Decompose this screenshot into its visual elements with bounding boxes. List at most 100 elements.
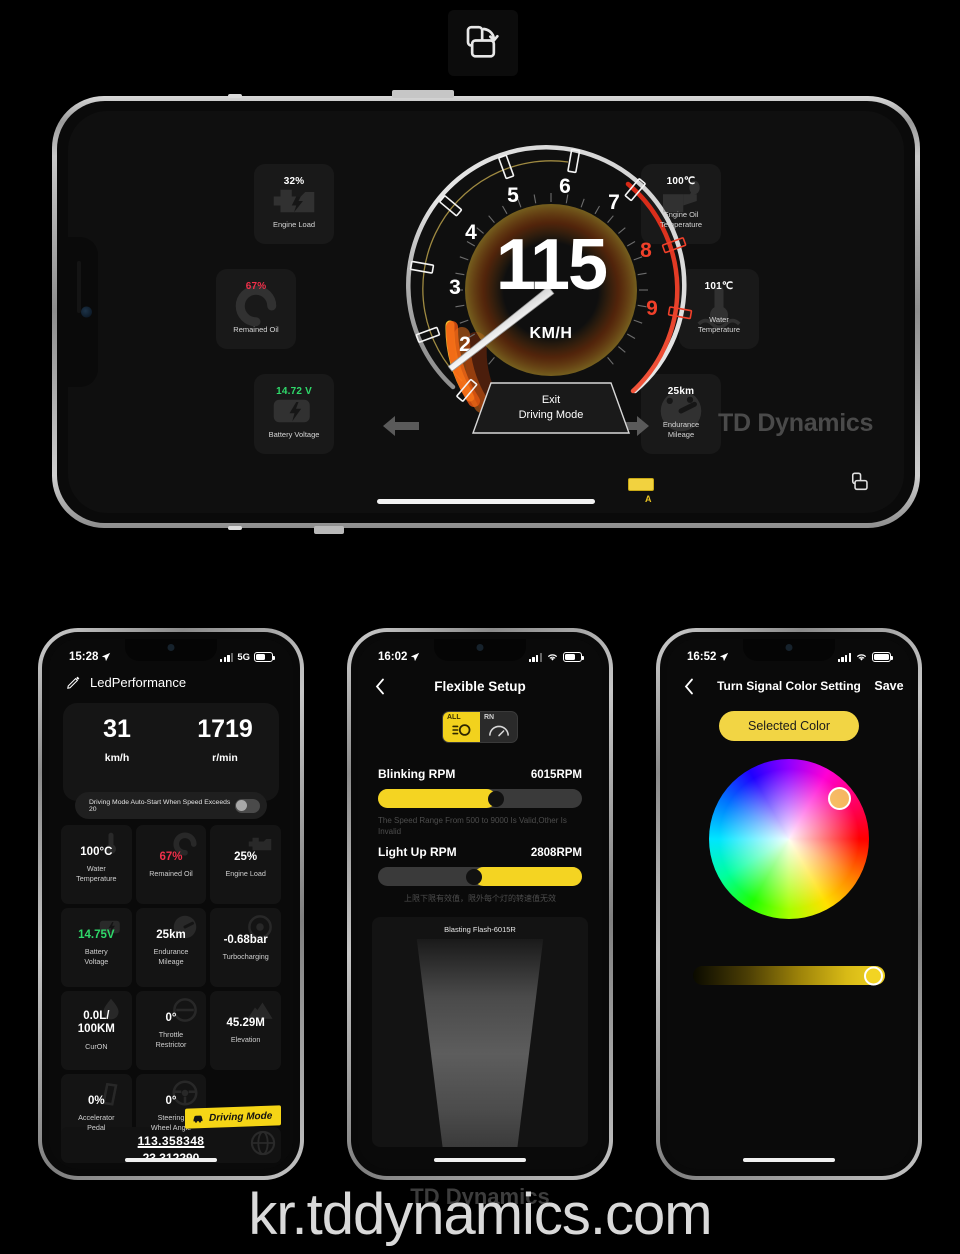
slider-track[interactable] <box>378 867 582 886</box>
phone-turn-signal-color: 16:52 Turn Signal Color Setting Save Sel… <box>656 628 922 1180</box>
auto-start-toggle[interactable] <box>234 798 260 813</box>
page-title: LedPerformance <box>90 675 187 690</box>
status-time-group: 16:52 <box>687 651 729 663</box>
frame-button[interactable] <box>392 90 454 98</box>
phone1-screen: 15:28 5G LedPerformance 31 km/h 1719 r/m… <box>49 639 293 1169</box>
front-camera-icon <box>476 644 484 651</box>
segment-all[interactable]: ALL <box>443 712 480 742</box>
dynamic-island <box>434 639 526 661</box>
phone3-bezel: 16:52 Turn Signal Color Setting Save Sel… <box>660 632 918 1176</box>
home-indicator[interactable] <box>434 1158 526 1162</box>
metric-cell-throttle-restrictor[interactable]: 0° Throttle Restrictor <box>135 991 207 1070</box>
phone-led-performance: 15:28 5G LedPerformance 31 km/h 1719 r/m… <box>38 628 304 1180</box>
mode-segmented-toggle[interactable]: ALL RN <box>442 711 518 743</box>
metric-cell-elevation[interactable]: 45.29M Elevation <box>210 991 281 1070</box>
segment-rn[interactable]: RN <box>480 712 517 742</box>
metric-value: 32% <box>283 176 305 187</box>
driving-mode-badge[interactable]: Driving Mode <box>184 1105 281 1129</box>
phone2-navbar: Flexible Setup <box>358 671 602 701</box>
site-watermark: kr.tddynamics.com <box>248 1182 712 1247</box>
gauge-tick-6: 6 <box>559 175 571 198</box>
metric-label: Accelerator Pedal <box>78 1113 115 1132</box>
dynamic-island <box>743 639 835 661</box>
slider-knob[interactable] <box>465 868 482 885</box>
metric-label: Battery Voltage <box>268 429 320 439</box>
metric-label: Engine Load <box>225 868 266 878</box>
color-wheel-picker[interactable] <box>709 759 869 919</box>
slider-track[interactable] <box>378 789 582 808</box>
phone3-navbar: Turn Signal Color Setting Save <box>667 671 911 701</box>
metric-value: 100°C <box>80 846 113 859</box>
color-wheel-cursor[interactable] <box>828 787 851 810</box>
slider-name: Light Up RPM <box>378 845 457 859</box>
metric-label: Elevation <box>230 1034 261 1044</box>
gauge-tick-5: 5 <box>507 184 519 207</box>
dash-rotate-button[interactable] <box>850 471 872 493</box>
home-indicator[interactable] <box>125 1158 217 1162</box>
metric-label: Battery Voltage <box>84 947 109 966</box>
battery-icon <box>254 652 276 662</box>
home-indicator[interactable] <box>743 1158 835 1162</box>
status-time: 16:02 <box>378 651 408 663</box>
metric-label: Engine Load <box>272 219 316 229</box>
page-title: Flexible Setup <box>434 678 526 694</box>
metric-cell-curon[interactable]: 0.0L/100KM CurON <box>61 991 132 1070</box>
signal-bars-icon <box>837 652 851 662</box>
metric-label: Remained Oil <box>149 868 193 878</box>
metric-value: 0.0L/100KM <box>77 1010 115 1036</box>
metric-cell-endurance-mileage[interactable]: 25km Endurance Mileage <box>135 908 207 987</box>
chevron-left-icon <box>375 678 384 694</box>
frame-button[interactable] <box>314 526 344 534</box>
landscape-phone-frame: 32% Engine Load 67% Remained Oil 14.72 V <box>52 90 920 534</box>
metric-cell-engine-load[interactable]: 25% Engine Load <box>210 825 281 904</box>
metric-label: Turbocharging <box>222 951 269 961</box>
exit-driving-mode-button[interactable]: Exit Driving Mode <box>471 382 631 434</box>
metric-cell-water-temperature[interactable]: 100°C Water Temperature <box>61 825 132 904</box>
save-button[interactable]: Save <box>867 679 911 693</box>
rotate-screen-button[interactable] <box>448 10 518 76</box>
gear-indicator: A <box>628 478 654 504</box>
metric-tile-battery-voltage[interactable]: 14.72 V Battery Voltage <box>254 374 334 454</box>
color-wheel[interactable] <box>709 759 869 919</box>
prev-arrow-button[interactable] <box>381 413 421 439</box>
metric-cell-remained-oil[interactable]: 67% Remained Oil <box>135 825 207 904</box>
metric-value: 14.75V <box>78 929 115 942</box>
brightness-slider[interactable] <box>693 966 885 985</box>
metric-label: Water Temperature <box>697 314 741 334</box>
hero-value: 31 <box>103 715 131 743</box>
selected-color-button[interactable]: Selected Color <box>719 711 859 741</box>
dash-watermark: TD Dynamics <box>718 409 874 437</box>
frame-antenna-nub <box>228 94 242 98</box>
dynamic-island <box>68 237 98 387</box>
gauge-icon <box>488 725 509 737</box>
slider-hint: 上限下限有效值，限外每个灯的转速值无效 <box>404 894 556 903</box>
slider-knob[interactable] <box>488 790 505 807</box>
brightness-knob[interactable] <box>864 966 883 985</box>
metric-tile-engine-load[interactable]: 32% Engine Load <box>254 164 334 244</box>
landscape-screen: 32% Engine Load 67% Remained Oil 14.72 V <box>68 111 904 513</box>
pencil-icon[interactable] <box>67 676 80 689</box>
wifi-icon <box>857 654 866 661</box>
slider-name: Blinking RPM <box>378 767 456 781</box>
status-indicators <box>528 652 585 662</box>
speed-unit: KM/H <box>529 325 573 342</box>
metric-cell-battery-voltage[interactable]: 14.75V Battery Voltage <box>61 908 132 987</box>
metric-cell-turbocharging[interactable]: -0.68bar Turbocharging <box>210 908 281 987</box>
selected-color-label: Selected Color <box>748 719 830 733</box>
chevron-left-icon <box>684 678 693 694</box>
screenshot-root: 32% Engine Load 67% Remained Oil 14.72 V <box>0 0 960 1254</box>
hero-readout-panel: 31 km/h 1719 r/min Driving Mode Auto-Sta… <box>63 703 279 819</box>
home-indicator[interactable] <box>377 499 595 504</box>
back-button[interactable] <box>358 678 402 695</box>
location-arrow-icon <box>720 652 729 662</box>
phone2-screen: 16:02 Flexible Setup ALL RN Blinking RPM… <box>358 639 602 1169</box>
auto-start-row[interactable]: Driving Mode Auto-Start When Speed Excee… <box>75 792 267 819</box>
status-indicators: 5G <box>220 652 276 663</box>
rotate-screen-icon <box>466 25 499 58</box>
status-time: 15:28 <box>69 651 99 663</box>
speaker-slit <box>77 261 81 313</box>
metric-value: 25km <box>667 386 695 397</box>
back-button[interactable] <box>667 678 711 695</box>
metric-tile-remained-oil[interactable]: 67% Remained Oil <box>216 269 296 349</box>
beam-preview-title: Blasting Flash-6015R <box>444 925 516 934</box>
